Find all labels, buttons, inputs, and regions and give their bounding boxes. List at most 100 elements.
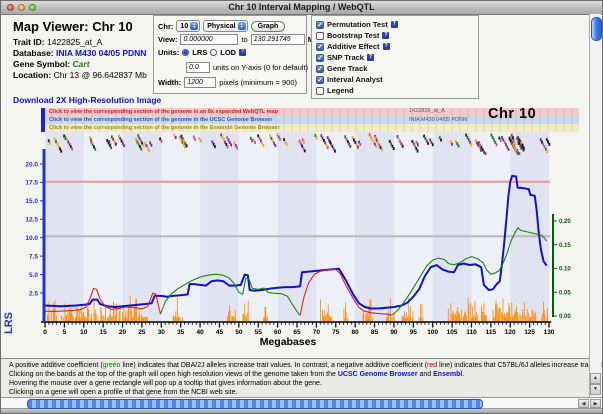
plot-svg[interactable]: 0510152025303540455055606570758085909510… — [11, 132, 589, 356]
footer-link[interactable]: Ensembl — [433, 371, 462, 378]
info-icon[interactable]: ? — [391, 21, 398, 28]
units-lrs-radio[interactable] — [182, 49, 189, 56]
gene-mark[interactable] — [65, 137, 67, 140]
gene-mark[interactable] — [316, 137, 318, 140]
vertical-scrollbar[interactable]: ▲ ▼ — [589, 14, 601, 397]
plot-band[interactable] — [161, 132, 200, 322]
title-bar[interactable]: Chr 10 Interval Mapping / WebQTL — [1, 1, 602, 15]
gene-mark[interactable] — [279, 138, 281, 141]
gene-mark[interactable] — [334, 150, 336, 153]
gene-mark[interactable] — [254, 141, 256, 144]
gene-mark[interactable] — [327, 146, 329, 149]
footer-link[interactable]: UCSC Genome Browser — [338, 371, 418, 378]
info-icon[interactable]: ? — [239, 49, 246, 56]
gene-mark[interactable] — [227, 145, 229, 148]
gene-mark[interactable] — [140, 148, 142, 151]
gene-mark[interactable] — [71, 148, 73, 151]
gene-mark[interactable] — [110, 146, 112, 149]
gene-mark[interactable] — [512, 136, 514, 139]
scroll-right-icon[interactable]: ▶ — [590, 399, 601, 408]
gene-mark[interactable] — [514, 142, 516, 145]
scroll-down-icon[interactable]: ▼ — [590, 384, 601, 395]
scroll-up-icon[interactable]: ▲ — [590, 373, 601, 384]
gene-mark[interactable] — [184, 146, 186, 149]
gene-mark[interactable] — [508, 148, 510, 151]
checked-checkbox[interactable]: ✓ — [316, 76, 324, 84]
gene-mark[interactable] — [214, 145, 216, 148]
plot-band[interactable] — [84, 132, 123, 322]
interval-map-chart[interactable]: Click to view the corresponding section … — [1, 106, 589, 356]
checked-checkbox[interactable]: ✓ — [316, 54, 324, 62]
gene-mark[interactable] — [375, 145, 377, 148]
plot-band[interactable] — [278, 132, 317, 322]
plot-band[interactable] — [549, 132, 550, 322]
gene-mark[interactable] — [518, 152, 520, 155]
gene-mark[interactable] — [186, 144, 188, 147]
gene-mark[interactable] — [381, 149, 383, 152]
map-type-select[interactable]: Physical▲▼ — [203, 20, 247, 32]
download-hires-link[interactable]: Download 2X High-Resolution Image — [13, 95, 161, 105]
gene-mark[interactable] — [230, 143, 232, 146]
gene-mark[interactable] — [427, 142, 429, 145]
gene-mark[interactable] — [304, 149, 306, 152]
gene-mark[interactable] — [329, 141, 331, 144]
info-icon[interactable]: ? — [383, 43, 390, 50]
gene-mark[interactable] — [194, 138, 196, 141]
plot-band[interactable] — [200, 132, 239, 322]
gene-mark[interactable] — [286, 143, 288, 146]
plot-band[interactable] — [471, 132, 510, 322]
gene-mark[interactable] — [523, 148, 525, 151]
gene-mark[interactable] — [484, 152, 486, 155]
checked-checkbox[interactable]: ✓ — [316, 65, 324, 73]
scroll-left-icon[interactable]: ◀ — [578, 399, 589, 408]
gene-mark[interactable] — [359, 143, 361, 146]
horizontal-scrollbar[interactable]: ◀ ▶ — [1, 397, 603, 409]
plot-band[interactable] — [394, 132, 433, 322]
plot-band[interactable] — [355, 132, 394, 322]
gene-mark[interactable] — [251, 139, 253, 142]
gene-mark[interactable] — [440, 138, 442, 141]
plot-band[interactable] — [433, 132, 472, 322]
gene-mark[interactable] — [60, 150, 62, 153]
gene-mark[interactable] — [549, 143, 551, 146]
chr-select[interactable]: 10▲▼ — [176, 20, 200, 32]
gene-mark[interactable] — [274, 144, 276, 147]
gene-mark[interactable] — [470, 143, 472, 146]
gene-mark[interactable] — [94, 148, 96, 151]
gene-mark[interactable] — [480, 149, 482, 152]
gene-mark[interactable] — [500, 139, 502, 142]
gene-mark[interactable] — [175, 136, 177, 139]
info-icon[interactable]: ? — [382, 32, 389, 39]
unchecked-checkbox[interactable] — [316, 32, 324, 40]
gene-mark[interactable] — [402, 145, 404, 148]
gene-mark[interactable] — [451, 143, 453, 146]
gene-mark[interactable] — [115, 143, 117, 146]
gene-mark[interactable] — [91, 141, 93, 144]
gene-mark[interactable] — [458, 145, 460, 148]
plot-band[interactable] — [510, 132, 549, 322]
gene-mark[interactable] — [150, 144, 152, 147]
genome-banner-3[interactable]: Click to view the corresponding section … — [45, 124, 579, 132]
gene-mark[interactable] — [262, 144, 264, 147]
plot-band[interactable] — [45, 132, 84, 322]
yaxis-units-input[interactable] — [186, 62, 210, 73]
vertical-scrollbar-thumb[interactable] — [591, 17, 602, 41]
gene-mark[interactable] — [432, 143, 434, 146]
gene-mark[interactable] — [417, 150, 419, 153]
width-input[interactable] — [184, 77, 216, 88]
view-from-input[interactable] — [180, 34, 238, 45]
graph-button[interactable]: Graph — [251, 21, 286, 32]
gene-symbol-link[interactable]: Cart — [73, 59, 90, 69]
gene-mark[interactable] — [123, 144, 125, 147]
gene-mark[interactable] — [143, 144, 145, 147]
gene-mark[interactable] — [349, 145, 351, 148]
gene-mark[interactable] — [522, 144, 524, 147]
database-link[interactable]: INIA M430 04/05 PDNN — [56, 48, 146, 58]
gene-mark[interactable] — [236, 147, 238, 150]
gene-mark[interactable] — [546, 150, 548, 153]
unchecked-checkbox[interactable] — [316, 87, 324, 95]
gene-mark[interactable] — [393, 147, 395, 150]
checked-checkbox[interactable]: ✓ — [316, 21, 324, 29]
info-icon[interactable]: ? — [367, 54, 374, 61]
gene-mark[interactable] — [200, 140, 202, 143]
